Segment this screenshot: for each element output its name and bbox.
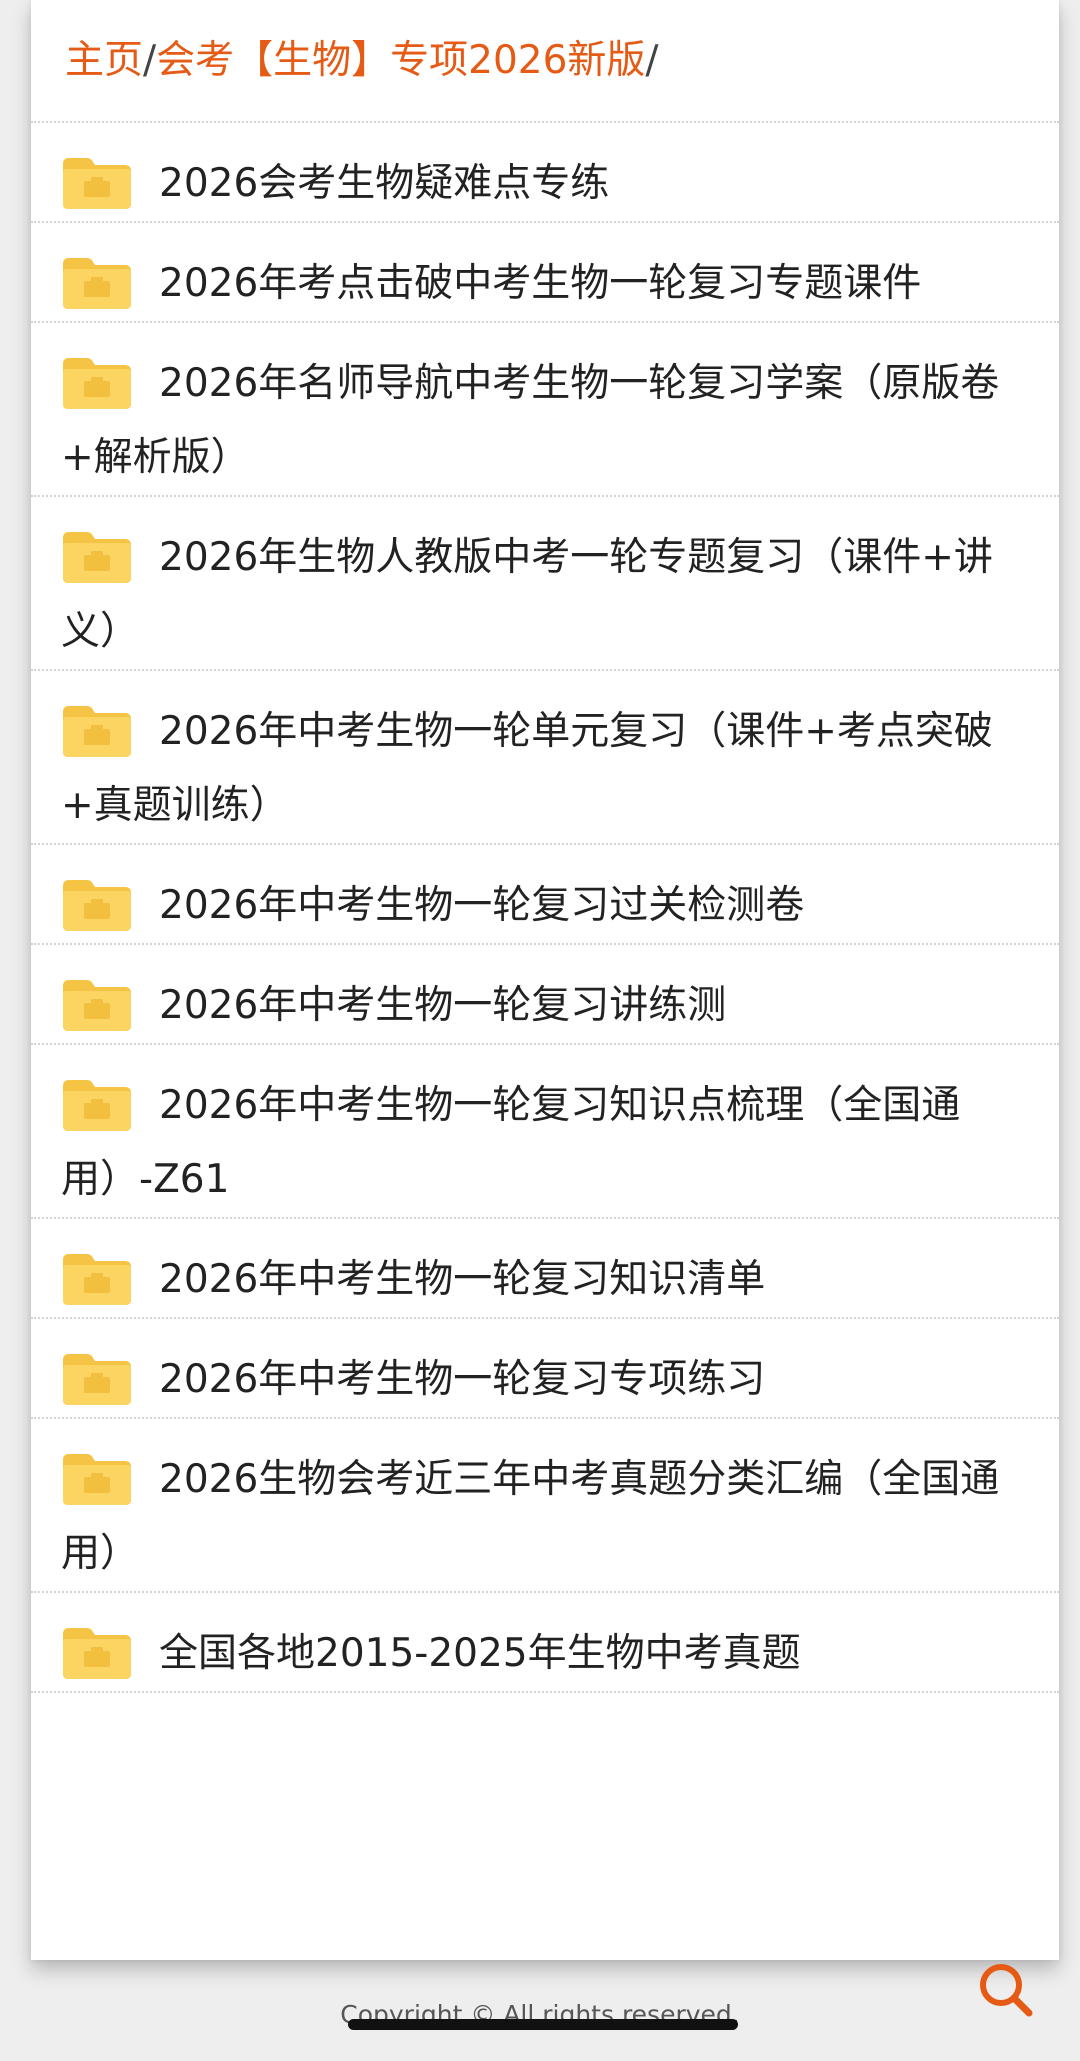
folder-icon: [61, 976, 133, 1032]
breadcrumb-current-link[interactable]: 会考【生物】专项2026新版: [156, 41, 645, 80]
folder-icon: [61, 154, 133, 210]
folder-icon: [61, 528, 133, 584]
folder-item[interactable]: 2026年中考生物一轮单元复习（课件+考点突破+真题训练）: [31, 671, 1059, 845]
folder-item-label: 2026会考生物疑难点专练: [159, 161, 610, 206]
folder-item-label: 2026年考点击破中考生物一轮复习专题课件: [159, 261, 922, 306]
folder-icon: [61, 1624, 133, 1680]
breadcrumb-separator: /: [143, 38, 157, 83]
folder-item-label: 2026年中考生物一轮复习知识点梳理（全国通用）-Z61: [61, 1083, 961, 1202]
search-button[interactable]: [974, 1958, 1036, 2020]
folder-item-label: 全国各地2015-2025年生物中考真题: [159, 1631, 801, 1676]
folder-icon: [61, 254, 133, 310]
folder-item-label: 2026年中考生物一轮复习知识清单: [159, 1257, 766, 1302]
breadcrumb-trailing-separator: /: [645, 38, 659, 83]
folder-item[interactable]: 2026年中考生物一轮复习知识点梳理（全国通用）-Z61: [31, 1045, 1059, 1219]
search-icon: [980, 1964, 1033, 2017]
folder-item-label: 2026年中考生物一轮单元复习（课件+考点突破+真题训练）: [61, 709, 993, 828]
folder-item[interactable]: 2026年中考生物一轮复习讲练测: [31, 945, 1059, 1045]
folder-icon: [61, 876, 133, 932]
folder-icon: [61, 1450, 133, 1506]
folder-icon: [61, 702, 133, 758]
folder-item[interactable]: 2026年中考生物一轮复习过关检测卷: [31, 845, 1059, 945]
folder-item[interactable]: 2026年考点击破中考生物一轮复习专题课件: [31, 223, 1059, 323]
folder-item[interactable]: 2026会考生物疑难点专练: [31, 123, 1059, 223]
home-indicator: [348, 2019, 738, 2030]
folder-item-label: 2026年名师导航中考生物一轮复习学案（原版卷+解析版）: [61, 361, 1000, 480]
folder-item-label: 2026年生物人教版中考一轮专题复习（课件+讲义）: [61, 535, 993, 654]
folder-item-label: 2026年中考生物一轮复习过关检测卷: [159, 883, 805, 928]
folder-item[interactable]: 2026年中考生物一轮复习专项练习: [31, 1319, 1059, 1419]
folder-item-label: 2026年中考生物一轮复习讲练测: [159, 983, 727, 1028]
file-list-card: 主页 / 会考【生物】专项2026新版 / 2026会考生物疑难点专练 2026年…: [31, 0, 1059, 1960]
folder-icon: [61, 1250, 133, 1306]
folder-item-label: 2026生物会考近三年中考真题分类汇编（全国通用）: [61, 1457, 1000, 1576]
folder-item[interactable]: 2026年生物人教版中考一轮专题复习（课件+讲义）: [31, 497, 1059, 671]
folder-icon: [61, 1350, 133, 1406]
breadcrumb: 主页 / 会考【生物】专项2026新版 /: [31, 0, 1059, 123]
folder-list: 2026会考生物疑难点专练 2026年考点击破中考生物一轮复习专题课件 2026年名…: [31, 123, 1059, 1693]
breadcrumb-home-link[interactable]: 主页: [65, 41, 143, 80]
folder-item[interactable]: 2026年中考生物一轮复习知识清单: [31, 1219, 1059, 1319]
folder-item[interactable]: 2026生物会考近三年中考真题分类汇编（全国通用）: [31, 1419, 1059, 1593]
folder-icon: [61, 1076, 133, 1132]
folder-item[interactable]: 2026年名师导航中考生物一轮复习学案（原版卷+解析版）: [31, 323, 1059, 497]
folder-item-label: 2026年中考生物一轮复习专项练习: [159, 1357, 766, 1402]
folder-icon: [61, 354, 133, 410]
folder-item[interactable]: 全国各地2015-2025年生物中考真题: [31, 1593, 1059, 1693]
